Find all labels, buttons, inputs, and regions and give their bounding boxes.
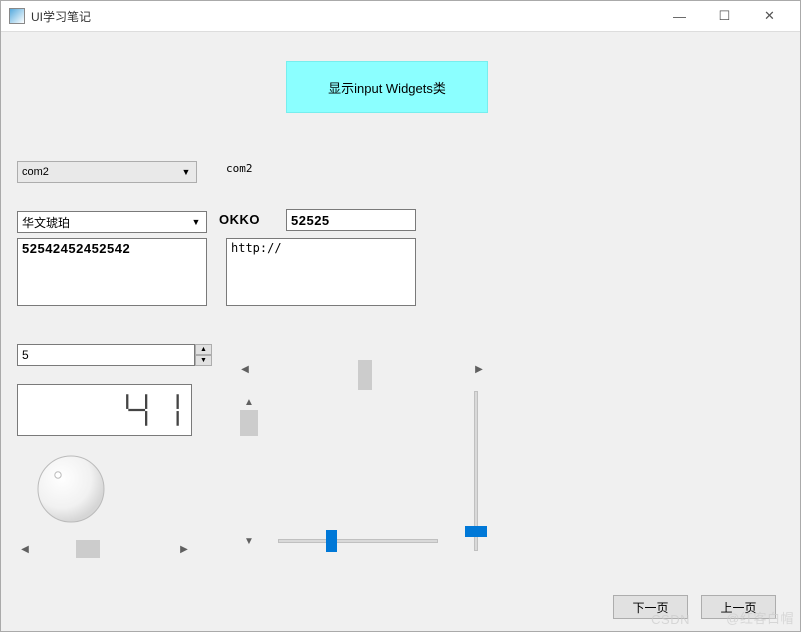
slider-handle[interactable]	[326, 530, 337, 552]
spinbox-up-button[interactable]: ▲	[195, 344, 212, 355]
chevron-down-icon: ▼	[177, 163, 195, 181]
scroll-left-icon[interactable]: ◀	[17, 540, 33, 558]
maximize-button[interactable]: ☐	[702, 1, 747, 31]
client-area: 显示input Widgets类 com2 ▼ com2 华文琥珀 ▼ OKKO…	[1, 31, 800, 631]
scroll-right-icon[interactable]: ▶	[176, 540, 192, 558]
banner: 显示input Widgets类	[286, 61, 488, 113]
scroll-down-icon[interactable]: ▼	[240, 533, 258, 549]
watermark-right: @红客白帽	[726, 608, 794, 627]
lcd-number	[17, 384, 192, 436]
banner-text: 显示input Widgets类	[328, 78, 446, 97]
spinbox-value: 5	[22, 348, 29, 362]
titlebar: UI学习笔记 — ☐ ✕	[1, 1, 800, 32]
textedit-right-value: http://	[231, 241, 282, 255]
horizontal-slider[interactable]	[278, 526, 438, 556]
scrollbar-thumb[interactable]	[240, 410, 258, 436]
okko-label: OKKO	[219, 212, 260, 227]
window-buttons: — ☐ ✕	[657, 1, 792, 31]
chevron-down-icon: ▼	[187, 213, 205, 231]
window: UI学习笔记 — ☐ ✕ 显示input Widgets类 com2 ▼ com…	[0, 0, 801, 632]
slider-groove	[278, 539, 438, 543]
port-echo-label: com2	[226, 162, 253, 175]
textedit-right[interactable]: http://	[226, 238, 416, 306]
scroll-left-icon[interactable]: ◀	[237, 360, 253, 378]
vertical-scrollbar[interactable]: ▲ ▼	[240, 394, 258, 549]
port-combobox-value: com2	[22, 166, 49, 178]
watermark-left: CSDN	[651, 612, 690, 627]
spinbox[interactable]: 5 ▲ ▼	[17, 344, 212, 366]
scrollbar-thumb[interactable]	[76, 540, 100, 558]
textedit-left[interactable]: 52542452452542	[17, 238, 207, 306]
vertical-slider[interactable]	[461, 391, 491, 551]
spinbox-down-button[interactable]: ▼	[195, 355, 212, 366]
scrollbar-track[interactable]	[253, 360, 471, 378]
minimize-button[interactable]: —	[657, 1, 702, 31]
horizontal-scrollbar-bottom[interactable]: ◀ ▶	[17, 540, 192, 558]
horizontal-scrollbar-top[interactable]: ◀ ▶	[237, 354, 487, 384]
scroll-up-icon[interactable]: ▲	[240, 394, 258, 410]
dial-notch-icon	[55, 472, 61, 478]
close-button[interactable]: ✕	[747, 1, 792, 31]
number-lineedit[interactable]: 52525	[286, 209, 416, 231]
app-icon	[9, 8, 25, 24]
font-combobox-value: 华文琥珀	[22, 214, 70, 231]
slider-handle[interactable]	[465, 526, 487, 537]
number-lineedit-value: 52525	[291, 213, 330, 228]
window-title: UI学习笔记	[31, 8, 657, 25]
scroll-right-icon[interactable]: ▶	[471, 360, 487, 378]
port-combobox[interactable]: com2 ▼	[17, 161, 197, 183]
scrollbar-track[interactable]	[33, 540, 176, 558]
dial[interactable]	[35, 453, 107, 525]
lcd-digits	[122, 389, 185, 431]
textedit-left-value: 52542452452542	[22, 241, 130, 256]
scrollbar-track[interactable]	[240, 410, 258, 533]
font-combobox[interactable]: 华文琥珀 ▼	[17, 211, 207, 233]
scrollbar-thumb[interactable]	[358, 360, 372, 390]
